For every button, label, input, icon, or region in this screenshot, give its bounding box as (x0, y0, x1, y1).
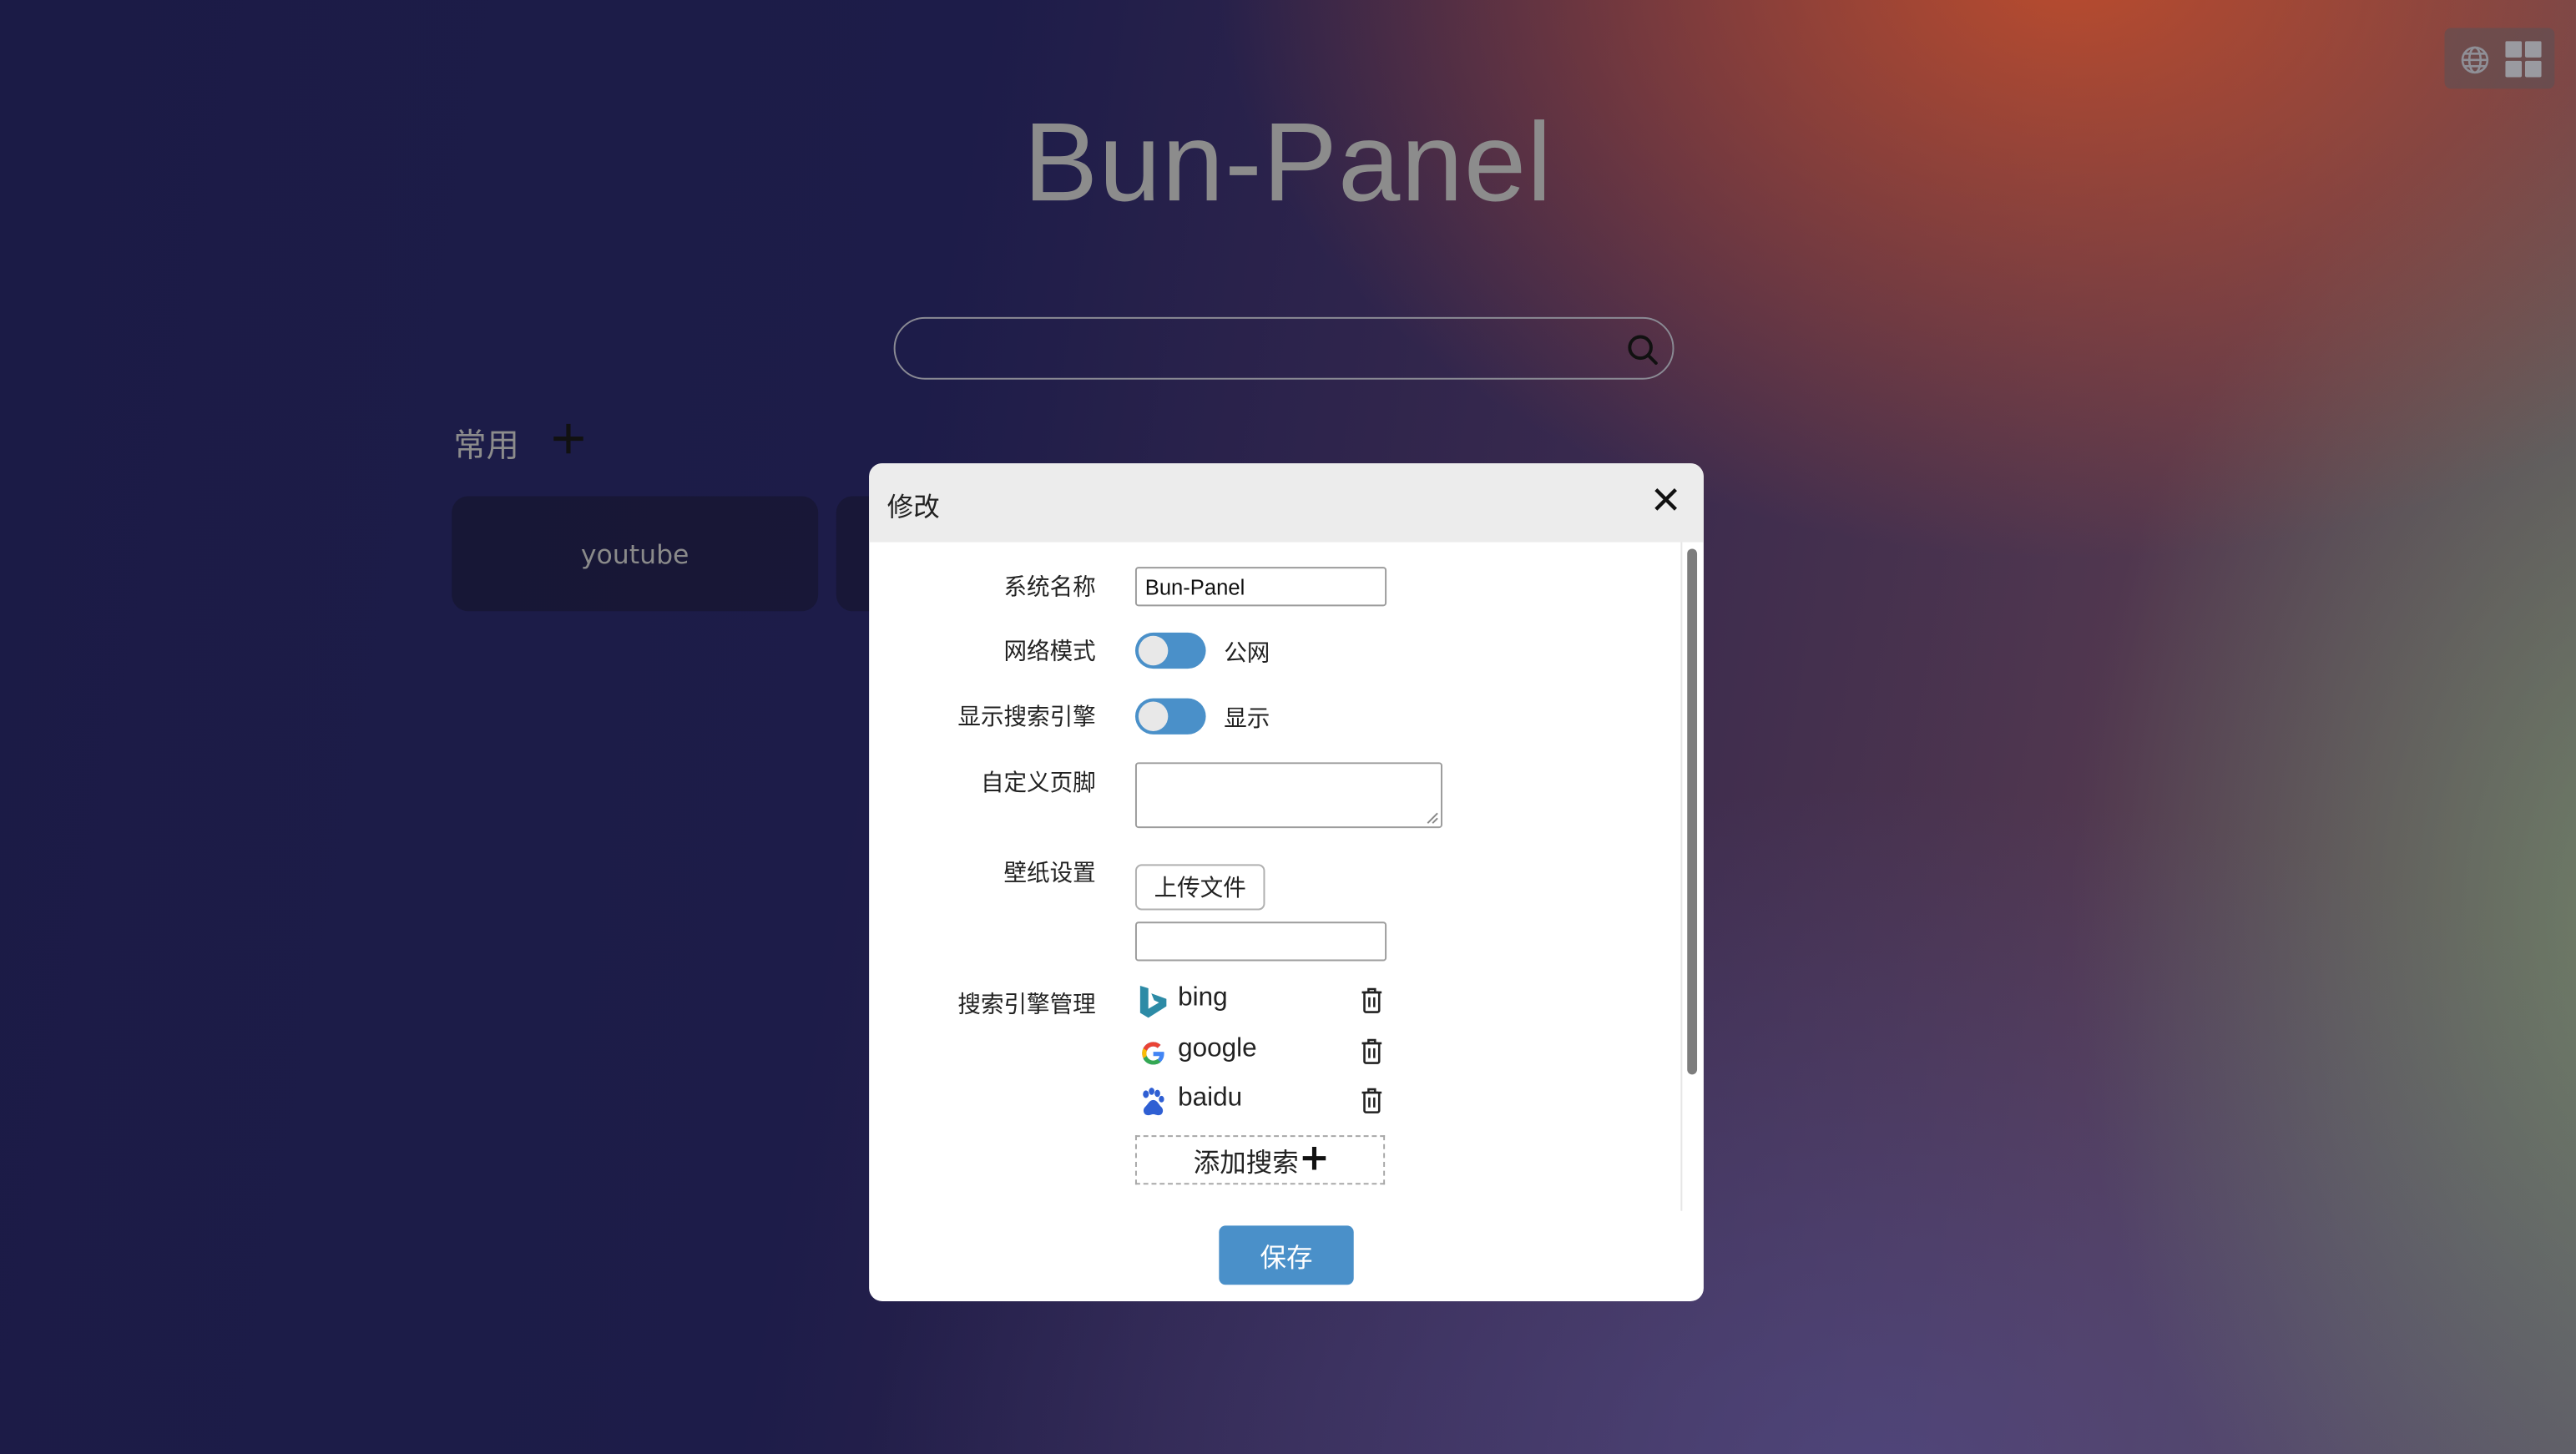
grid-icon[interactable] (2505, 41, 2542, 78)
bing-icon (1139, 986, 1168, 1018)
custom-footer-textarea[interactable] (1134, 762, 1442, 829)
group-title: 常用 (453, 425, 519, 466)
search-engine-name: baidu (1178, 1084, 1243, 1113)
trash-icon[interactable] (1361, 1038, 1384, 1064)
modal-title: 修改 (886, 491, 940, 523)
modal-body: 系统名称 网络模式 公网 显示搜索引擎 显示 自定义页脚 壁纸设置 上传文件 搜… (869, 543, 1680, 1211)
modal-scrollbar[interactable] (1680, 542, 1700, 1211)
trash-icon[interactable] (1361, 987, 1384, 1013)
search-engines-label: 搜索引擎管理 (957, 992, 1096, 1019)
network-mode-state: 公网 (1224, 640, 1270, 668)
network-mode-label: 网络模式 (1003, 639, 1096, 666)
globe-icon[interactable] (2456, 41, 2492, 77)
search-engine-row: google (1135, 1033, 1385, 1073)
app-card-youtube[interactable]: youtube (452, 496, 819, 612)
trash-icon[interactable] (1361, 1088, 1384, 1113)
add-search-engine-button[interactable]: 添加搜索 (1134, 1135, 1386, 1185)
baidu-icon (1139, 1086, 1168, 1118)
save-button[interactable]: 保存 (1219, 1225, 1354, 1285)
plus-icon (1301, 1144, 1326, 1176)
custom-footer-label: 自定义页脚 (980, 770, 1096, 797)
wallpaper-url-input[interactable] (1134, 921, 1387, 962)
google-icon (1139, 1037, 1168, 1069)
app-card-label: youtube (580, 538, 689, 570)
settings-modal: 修改 系统名称 网络模式 公网 显示搜索引擎 显示 自定义页脚 (869, 463, 1704, 1301)
search-input[interactable] (922, 328, 1619, 371)
search-engine-name: google (1178, 1035, 1257, 1063)
wallpaper-label: 壁纸设置 (1003, 861, 1096, 887)
close-icon[interactable] (1651, 485, 1680, 514)
add-group-item-icon[interactable] (548, 419, 588, 458)
top-toolbar (2444, 28, 2555, 89)
app-title: Bun-Panel (1023, 100, 1553, 225)
modal-header: 修改 (869, 463, 1704, 543)
scrollbar-thumb[interactable] (1687, 548, 1698, 1075)
search-engine-name: bing (1178, 984, 1228, 1012)
show-search-toggle[interactable] (1134, 698, 1206, 735)
search-engine-row: baidu (1135, 1083, 1385, 1122)
system-name-label: 系统名称 (1003, 574, 1096, 602)
search-bar (893, 316, 1674, 380)
desktop-background: Bun-Panel 常用 youtube 修改 系统名称 Bun-Panel 网… (0, 0, 2576, 1454)
upload-file-button[interactable]: 上传文件 (1134, 864, 1265, 911)
search-engine-row: bing (1135, 982, 1385, 1022)
show-search-state: 显示 (1224, 706, 1270, 733)
search-icon[interactable] (1626, 334, 1659, 366)
system-name-input[interactable] (1134, 567, 1387, 607)
add-search-engine-label: 添加搜索 (1193, 1146, 1299, 1179)
network-mode-toggle[interactable] (1134, 632, 1206, 669)
show-search-label: 显示搜索引擎 (957, 704, 1096, 731)
